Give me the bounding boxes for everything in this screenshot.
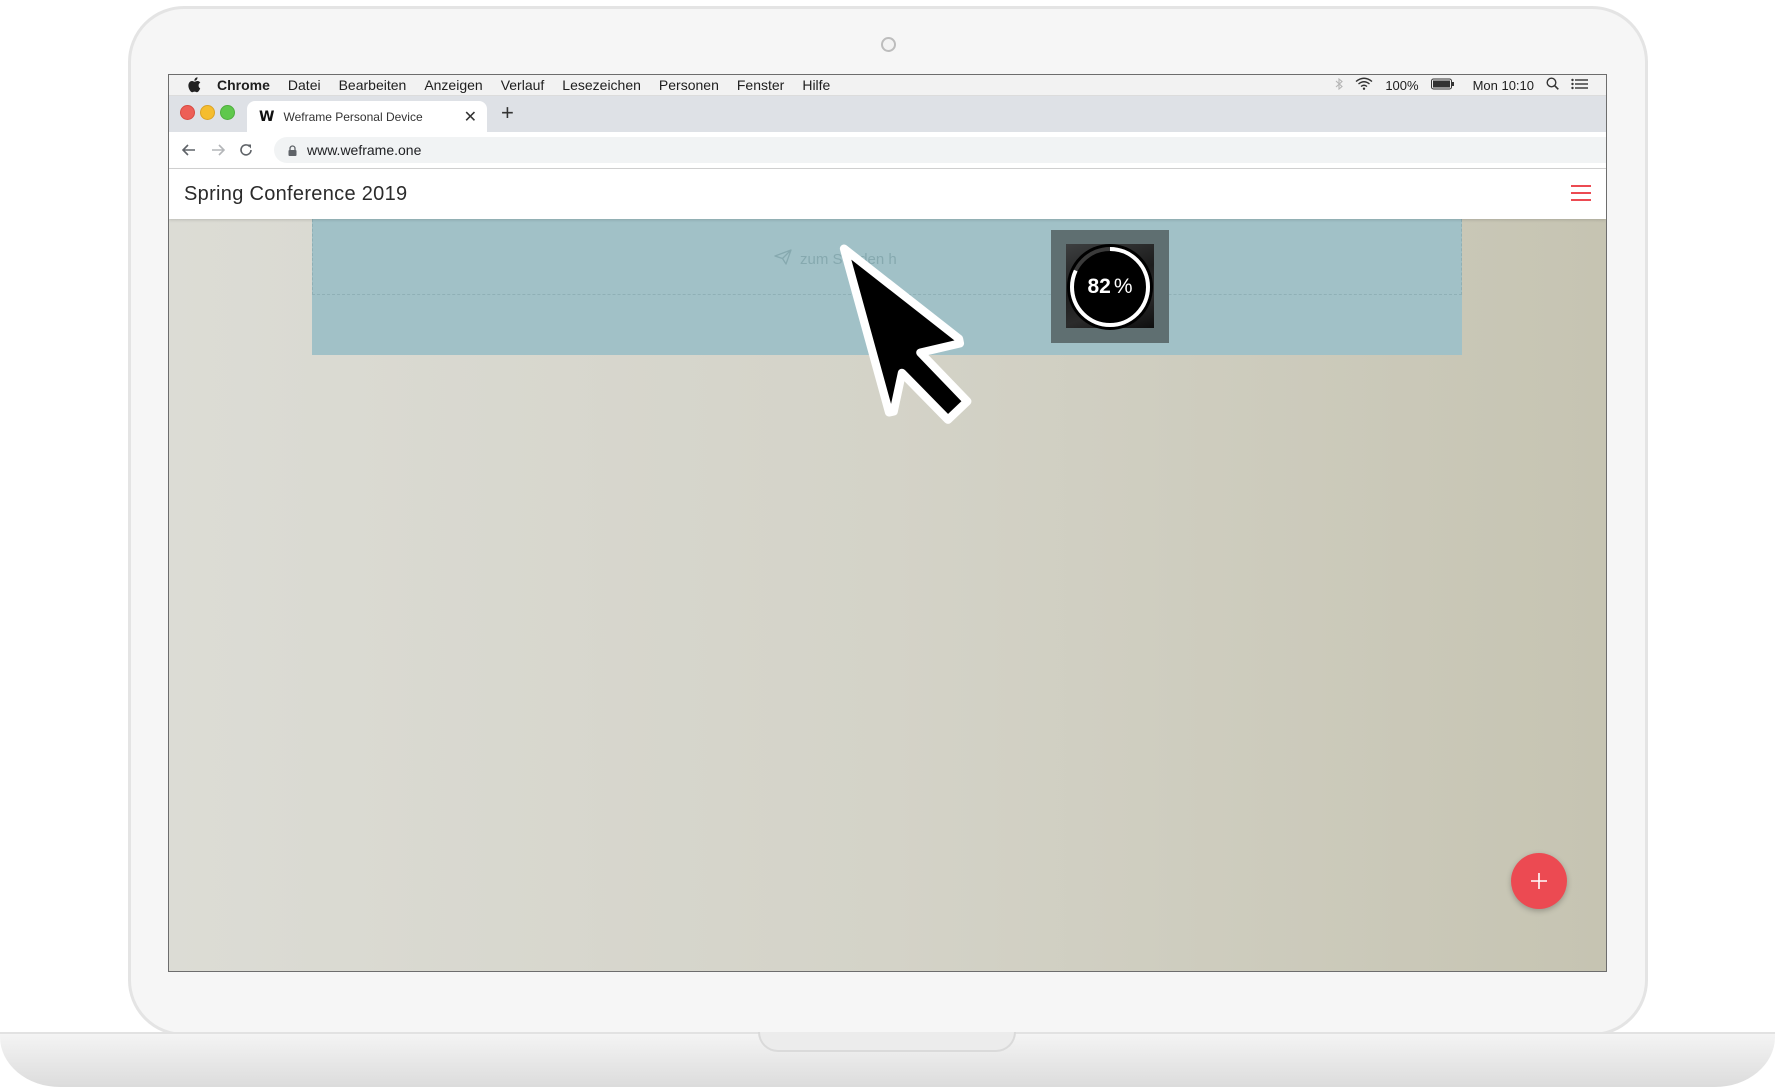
browser-tab[interactable]: W Weframe Personal Device ✕ — [247, 101, 487, 132]
plus-icon — [1531, 873, 1547, 889]
clock[interactable]: Mon 10:10 — [1473, 78, 1534, 93]
address-bar[interactable]: www.weframe.one — [274, 137, 1606, 163]
browser-tab-strip: W Weframe Personal Device ✕ + — [169, 96, 1606, 132]
minimize-window-button[interactable] — [200, 105, 215, 120]
battery-icon[interactable] — [1430, 78, 1455, 93]
battery-percent: 100% — [1385, 77, 1419, 93]
spotlight-search-icon[interactable] — [1546, 77, 1559, 93]
upload-thumbnail: 82% — [1051, 230, 1169, 343]
tab-title: Weframe Personal Device — [283, 109, 423, 124]
paper-plane-icon — [774, 249, 792, 269]
webcam — [881, 37, 896, 52]
add-button[interactable] — [1511, 853, 1567, 909]
menu-personen[interactable]: Personen — [659, 77, 719, 93]
browser-toolbar: www.weframe.one — [169, 132, 1606, 169]
close-window-button[interactable] — [180, 105, 195, 120]
menu-app-name[interactable]: Chrome — [217, 77, 270, 93]
lock-icon[interactable] — [288, 144, 297, 156]
menu-lesezeichen[interactable]: Lesezeichen — [562, 77, 641, 93]
mac-menu-bar: Chrome Datei Bearbeiten Anzeigen Verlauf… — [169, 75, 1606, 96]
tab-close-icon[interactable]: ✕ — [464, 107, 477, 127]
back-icon[interactable] — [179, 140, 199, 160]
new-tab-button[interactable]: + — [501, 100, 514, 126]
notification-center-icon[interactable] — [1571, 78, 1588, 93]
reload-icon[interactable] — [236, 140, 256, 160]
menu-extras: 100% Mon 10:10 — [1335, 75, 1588, 95]
laptop-screen: Chrome Datei Bearbeiten Anzeigen Verlauf… — [168, 74, 1607, 972]
app-header: Spring Conference 2019 — [169, 169, 1606, 219]
progress-value: 82 — [1087, 275, 1111, 298]
apple-icon[interactable] — [187, 77, 203, 93]
mouse-cursor-icon — [820, 230, 1030, 445]
forward-icon[interactable] — [208, 140, 228, 160]
menu-anzeigen[interactable]: Anzeigen — [424, 77, 482, 93]
menu-bearbeiten[interactable]: Bearbeiten — [339, 77, 407, 93]
bluetooth-icon[interactable] — [1335, 77, 1344, 93]
menu-hilfe[interactable]: Hilfe — [802, 77, 830, 93]
wifi-icon[interactable] — [1355, 77, 1373, 93]
upload-progress-text: 82% — [1067, 244, 1153, 330]
upload-progress-indicator: 82% — [1067, 244, 1153, 330]
hamburger-menu-icon[interactable] — [1571, 185, 1591, 202]
menu-verlauf[interactable]: Verlauf — [501, 77, 545, 93]
maximize-window-button[interactable] — [220, 105, 235, 120]
laptop-notch — [758, 1032, 1016, 1052]
page-title: Spring Conference 2019 — [184, 183, 408, 205]
menu-datei[interactable]: Datei — [288, 77, 321, 93]
weframe-favicon-icon: W — [259, 108, 275, 125]
url-text[interactable]: www.weframe.one — [307, 142, 421, 158]
menu-fenster[interactable]: Fenster — [737, 77, 784, 93]
progress-unit: % — [1113, 275, 1133, 298]
